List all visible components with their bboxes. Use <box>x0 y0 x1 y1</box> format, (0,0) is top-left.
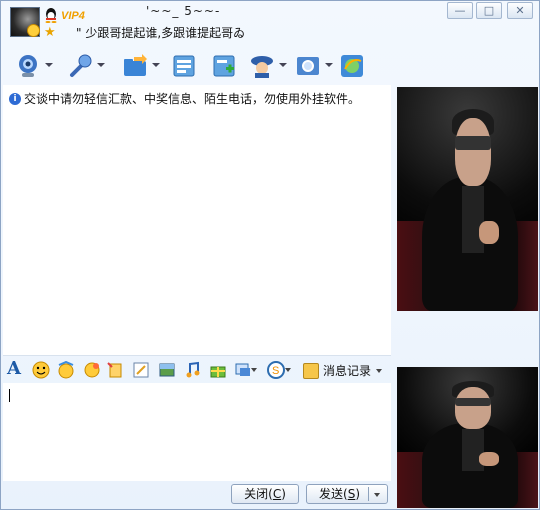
text-edit-icon[interactable] <box>132 361 150 379</box>
message-log-label: 消息记录 <box>323 364 372 378</box>
chevron-down-icon[interactable] <box>45 63 53 67</box>
close-button[interactable]: 关闭(C) <box>231 484 299 504</box>
chevron-down-icon[interactable] <box>285 368 291 372</box>
chevron-down-icon[interactable] <box>325 63 333 67</box>
shake-icon[interactable] <box>107 361 125 379</box>
contact-signature: " 少跟哥提起谁,多跟谁提起哥ゐ <box>76 26 246 40</box>
vip-badge: VIP4 <box>61 10 85 22</box>
info-icon: i <box>9 92 21 105</box>
svg-text:S: S <box>272 365 279 377</box>
contact-show-photo[interactable] <box>397 87 538 311</box>
message-button[interactable] <box>167 51 201 83</box>
message-history[interactable] <box>3 85 391 356</box>
music-icon[interactable] <box>184 361 202 379</box>
add-app-button[interactable] <box>207 51 241 83</box>
maximize-button[interactable]: □ <box>476 2 502 19</box>
settings-button[interactable] <box>291 51 333 83</box>
minimize-button[interactable]: — <box>447 2 473 19</box>
file-transfer-button[interactable] <box>118 51 160 83</box>
title-bar: VIP4 ★ '~~_ 5~~- " 少跟哥提起谁,多跟谁提起哥ゐ — □ ✕ <box>1 1 539 49</box>
message-input[interactable] <box>3 383 391 481</box>
browser-button[interactable] <box>335 51 369 83</box>
police-icon <box>251 56 273 78</box>
contact-nickname: '~~_ 5~~- <box>146 4 221 18</box>
send-button[interactable]: 发送(S) <box>306 484 388 504</box>
close-window-button[interactable]: ✕ <box>507 2 533 19</box>
my-show-photo[interactable] <box>397 367 538 508</box>
scrawl-icon[interactable] <box>83 361 101 379</box>
message-log-icon <box>303 362 319 379</box>
globe-icon <box>341 55 363 77</box>
text-caret <box>9 389 10 402</box>
chevron-down-icon[interactable] <box>251 368 257 372</box>
soso-icon[interactable]: S <box>267 361 285 379</box>
message-log-button[interactable]: 消息记录 <box>303 362 383 379</box>
font-button[interactable]: A <box>7 358 21 379</box>
status-icon <box>27 24 40 37</box>
voice-button[interactable] <box>63 51 105 83</box>
chevron-down-icon[interactable] <box>97 63 105 67</box>
sms-icon <box>173 55 195 77</box>
webcam-icon <box>19 55 37 77</box>
chevron-down-icon[interactable] <box>152 63 160 67</box>
chevron-down-icon <box>376 368 383 373</box>
qq-penguin-icon <box>45 8 57 23</box>
send-options-chevron-icon[interactable] <box>374 493 380 497</box>
chat-window: VIP4 ★ '~~_ 5~~- " 少跟哥提起谁,多跟谁提起哥ゐ — □ ✕ <box>0 0 540 510</box>
remote-assist-button[interactable] <box>245 51 287 83</box>
emoji-icon[interactable] <box>32 361 50 379</box>
gift-icon[interactable] <box>209 361 227 379</box>
star-icon: ★ <box>44 25 56 40</box>
magic-emoji-icon[interactable] <box>57 361 75 379</box>
image-icon[interactable] <box>158 361 176 379</box>
screenshot-icon[interactable] <box>234 361 252 379</box>
chevron-down-icon[interactable] <box>279 63 287 67</box>
security-notice: i 交谈中请勿轻信汇款、中奖信息、陌生电话，勿使用外挂软件。 <box>9 90 360 107</box>
toolbar <box>1 51 381 85</box>
add-app-icon <box>213 55 235 77</box>
video-button[interactable] <box>11 51 53 83</box>
notice-text: 交谈中请勿轻信汇款、中奖信息、陌生电话，勿使用外挂软件。 <box>24 92 361 106</box>
folder-icon <box>124 54 147 76</box>
gear-icon <box>297 57 319 75</box>
avatar[interactable] <box>10 7 40 37</box>
microphone-icon <box>70 54 92 77</box>
